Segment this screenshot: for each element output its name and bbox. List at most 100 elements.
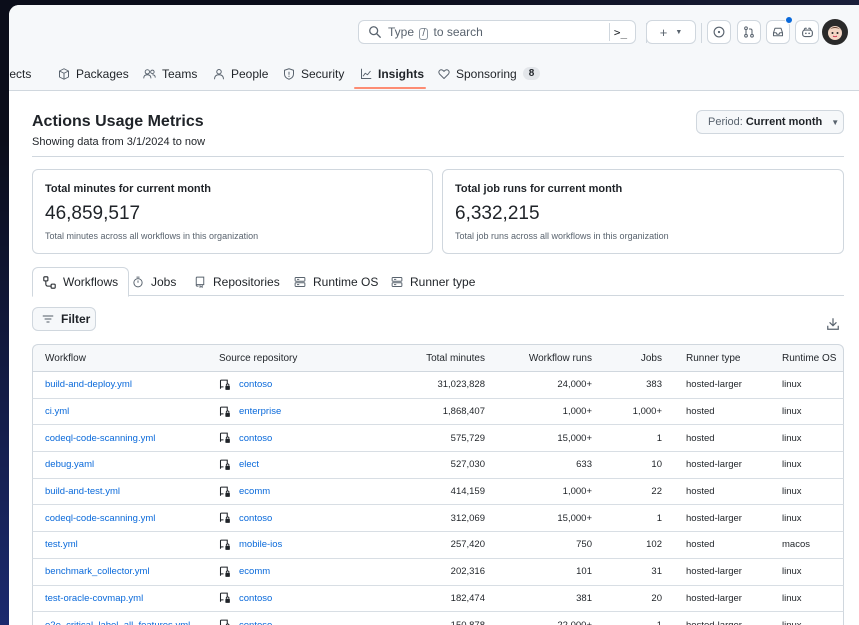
workflow-runs-cell: 750 — [497, 532, 604, 559]
runtime-os-cell: linux — [770, 585, 844, 613]
runner-type-cell: hosted-larger — [674, 559, 770, 586]
copilot-button[interactable] — [795, 20, 819, 44]
total-minutes-cell: 1,868,407 — [357, 399, 497, 426]
repo-locked-icon — [219, 406, 230, 417]
column-header-total-minutes[interactable]: Total minutes — [357, 344, 497, 372]
workflow-link[interactable]: benchmark_collector.yml — [45, 566, 150, 577]
card-description: Total job runs across all workflows in t… — [455, 231, 669, 241]
workflow-link[interactable]: test.yml — [45, 539, 78, 550]
header-divider — [701, 23, 702, 43]
total-minutes-cell: 312,069 — [357, 505, 497, 533]
nav-item-insights[interactable]: Insights — [360, 57, 424, 90]
workflow-link[interactable]: ci.yml — [45, 406, 69, 417]
nav-item-packages[interactable]: Packages — [58, 57, 129, 90]
workflow-link[interactable]: test-oracle-covmap.yml — [45, 593, 143, 604]
runtime-os-cell: linux — [770, 505, 844, 533]
workflow-runs-cell: 101 — [497, 559, 604, 586]
workflow-link[interactable]: codeql-code-scanning.yml — [45, 513, 155, 524]
column-header-source-repository[interactable]: Source repository — [207, 344, 357, 372]
column-header-runtime-os[interactable]: Runtime OS — [770, 344, 844, 372]
repository-link[interactable]: contoso — [239, 620, 272, 625]
total-minutes-cell: 182,474 — [357, 586, 497, 613]
workflow-runs-cell: 381 — [497, 586, 604, 613]
period-select[interactable]: Period: Current month ▼ — [696, 110, 844, 134]
workflow-link[interactable]: e2e_critical_label_all_features.yml — [45, 620, 190, 625]
shield-icon — [284, 67, 294, 80]
organization-nav: ojects Packages Teams People Security In… — [9, 57, 859, 91]
tab-repositories[interactable]: Repositories — [194, 267, 280, 296]
server-icon — [391, 276, 403, 287]
tab-label: Workflows — [63, 275, 119, 289]
total-minutes-cell: 31,023,828 — [357, 372, 497, 399]
table-row: benchmark_collector.yml ecomm 202,316 101 31… — [32, 558, 844, 586]
filter-button[interactable]: Filter — [32, 307, 96, 331]
download-icon[interactable] — [826, 317, 840, 331]
column-header-workflow[interactable]: Workflow — [32, 344, 207, 372]
search-icon — [369, 26, 381, 38]
tab-jobs[interactable]: Jobs — [132, 267, 176, 296]
column-header-runner-type[interactable]: Runner type — [674, 344, 770, 372]
repository-link[interactable]: contoso — [239, 433, 272, 444]
nav-item-teams[interactable]: Teams — [143, 57, 197, 90]
nav-item-label: Packages — [76, 66, 129, 81]
column-header-workflow-runs[interactable]: Workflow runs — [497, 344, 604, 372]
repository-link[interactable]: enterprise — [239, 406, 281, 417]
table-row: test-oracle-covmap.yml contoso 182,474 381 2… — [32, 585, 844, 613]
create-new-button[interactable]: + ▼ — [646, 20, 696, 44]
pull-request-icon — [744, 26, 754, 38]
workflow-link[interactable]: debug.yaml — [45, 459, 94, 470]
repository-link[interactable]: ecomm — [239, 486, 270, 497]
repository-link[interactable]: ecomm — [239, 566, 270, 577]
issues-button[interactable] — [707, 20, 731, 44]
graph-icon — [361, 68, 372, 79]
search-input[interactable]: Type / to search >_ — [358, 20, 636, 44]
workflow-runs-cell: 1,000+ — [497, 479, 604, 506]
repository-link[interactable]: elect — [239, 459, 259, 470]
pull-requests-button[interactable] — [737, 20, 761, 44]
nav-item-security[interactable]: Security — [283, 57, 344, 90]
nav-item-label: ojects — [9, 66, 32, 81]
browser-window: Type / to search >_ + ▼ ojects — [9, 5, 859, 625]
nav-item-sponsoring[interactable]: Sponsoring 8 — [438, 57, 541, 90]
nav-item-people[interactable]: People — [213, 57, 268, 90]
runner-type-cell: hosted-larger — [674, 372, 770, 399]
user-avatar[interactable] — [822, 19, 848, 45]
tab-runner-type[interactable]: Runner type — [391, 267, 475, 296]
nav-item-label: Security — [301, 66, 345, 81]
workflows-table: Workflow Source repository Total minutes… — [32, 344, 844, 625]
repo-locked-icon — [219, 379, 230, 390]
table-row: e2e_critical_label_all_features.yml conto… — [32, 612, 844, 625]
nav-item-label: Insights — [378, 66, 425, 81]
command-palette-button[interactable]: >_ — [609, 23, 631, 41]
server-icon — [294, 276, 306, 287]
search-placeholder: Type / to search — [388, 24, 483, 40]
tab-label: Repositories — [213, 274, 280, 289]
package-icon — [59, 67, 69, 80]
runner-type-cell: hosted-larger — [674, 452, 770, 479]
runner-type-cell: hosted-larger — [674, 612, 770, 625]
chevron-down-icon: ▼ — [675, 28, 683, 36]
total-job-runs-card: Total job runs for current month 6,332,2… — [442, 169, 844, 254]
repo-locked-icon — [219, 539, 230, 550]
header-divider — [32, 156, 844, 157]
repository-link[interactable]: contoso — [239, 593, 272, 604]
table-row: build-and-deploy.yml contoso 31,023,828 24,… — [32, 372, 844, 399]
jobs-cell: 1 — [604, 505, 674, 533]
workflow-link[interactable]: build-and-deploy.yml — [45, 379, 132, 390]
nav-item-projects[interactable]: ojects — [9, 57, 31, 90]
workflow-link[interactable]: build-and-test.yml — [45, 486, 120, 497]
runtime-os-cell: linux — [770, 452, 844, 479]
jobs-cell: 102 — [604, 532, 674, 559]
repository-link[interactable]: contoso — [239, 379, 272, 390]
tab-runtime-os[interactable]: Runtime OS — [294, 267, 378, 296]
repository-link[interactable]: contoso — [239, 513, 272, 524]
repo-locked-icon — [219, 459, 230, 470]
tab-workflows[interactable]: Workflows — [32, 267, 130, 297]
runtime-os-cell: linux — [770, 425, 844, 453]
heart-icon — [438, 68, 450, 79]
runner-type-cell: hosted — [674, 532, 770, 559]
repository-link[interactable]: mobile-ios — [239, 539, 282, 550]
total-minutes-cell: 414,159 — [357, 479, 497, 506]
workflow-link[interactable]: codeql-code-scanning.yml — [45, 433, 155, 444]
column-header-jobs[interactable]: Jobs — [604, 344, 674, 372]
